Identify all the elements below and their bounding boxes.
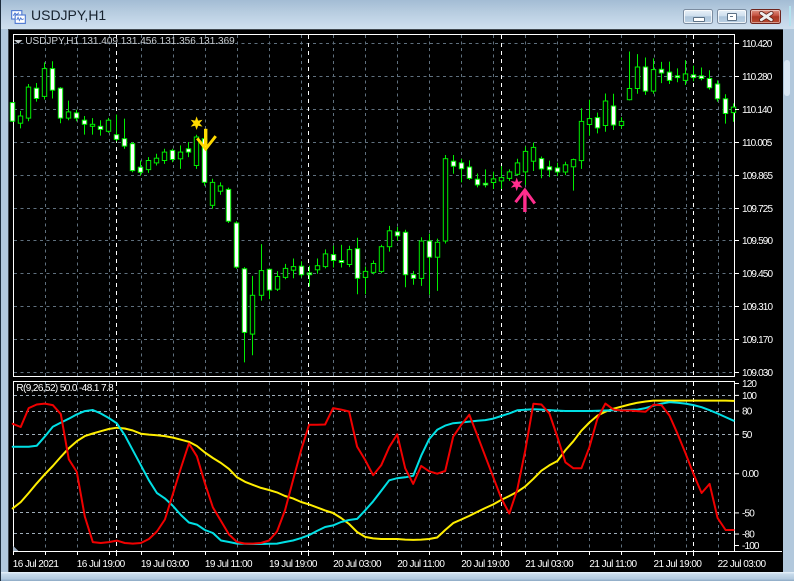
svg-text:20 Jul 03:00: 20 Jul 03:00 bbox=[333, 559, 382, 570]
svg-text:USDJPY,H1 131.409 131.456 131.: USDJPY,H1 131.409 131.456 131.356 131.36… bbox=[25, 36, 235, 47]
svg-text:0.00: 0.00 bbox=[742, 469, 759, 480]
svg-text:-80: -80 bbox=[742, 530, 755, 541]
svg-text:-50: -50 bbox=[742, 508, 755, 519]
svg-text:22 Jul 03:00: 22 Jul 03:00 bbox=[718, 559, 767, 570]
svg-text:109.590: 109.590 bbox=[742, 236, 773, 247]
svg-text:R(9,26,52) 50.0 -48.1 7.8: R(9,26,52) 50.0 -48.1 7.8 bbox=[16, 383, 114, 394]
svg-text:110.420: 110.420 bbox=[742, 39, 773, 50]
svg-text:-100: -100 bbox=[742, 541, 760, 552]
svg-text:80: 80 bbox=[742, 407, 753, 418]
svg-text:19 Jul 03:00: 19 Jul 03:00 bbox=[141, 559, 190, 570]
svg-text:20 Jul 19:00: 20 Jul 19:00 bbox=[461, 559, 510, 570]
svg-text:109.030: 109.030 bbox=[742, 368, 773, 379]
svg-text:21 Jul 11:00: 21 Jul 11:00 bbox=[589, 559, 637, 570]
svg-text:20 Jul 11:00: 20 Jul 11:00 bbox=[397, 559, 445, 570]
svg-text:21 Jul 03:00: 21 Jul 03:00 bbox=[525, 559, 574, 570]
svg-text:109.310: 109.310 bbox=[742, 302, 773, 313]
svg-text:19 Jul 19:00: 19 Jul 19:00 bbox=[269, 559, 318, 570]
svg-text:19 Jul 11:00: 19 Jul 11:00 bbox=[205, 559, 253, 570]
svg-text:110.005: 110.005 bbox=[742, 138, 773, 149]
svg-text:109.450: 109.450 bbox=[742, 269, 773, 280]
svg-text:100: 100 bbox=[742, 391, 757, 402]
svg-text:50: 50 bbox=[742, 430, 753, 441]
svg-text:109.725: 109.725 bbox=[742, 204, 773, 215]
svg-text:109.170: 109.170 bbox=[742, 335, 773, 346]
svg-text:16 Jul 2021: 16 Jul 2021 bbox=[13, 559, 60, 570]
svg-text:109.865: 109.865 bbox=[742, 171, 773, 182]
svg-text:110.140: 110.140 bbox=[742, 105, 773, 116]
svg-text:120: 120 bbox=[742, 379, 757, 390]
svg-text:110.280: 110.280 bbox=[742, 72, 773, 83]
svg-text:16 Jul 19:00: 16 Jul 19:00 bbox=[77, 559, 126, 570]
svg-text:21 Jul 19:00: 21 Jul 19:00 bbox=[654, 559, 703, 570]
